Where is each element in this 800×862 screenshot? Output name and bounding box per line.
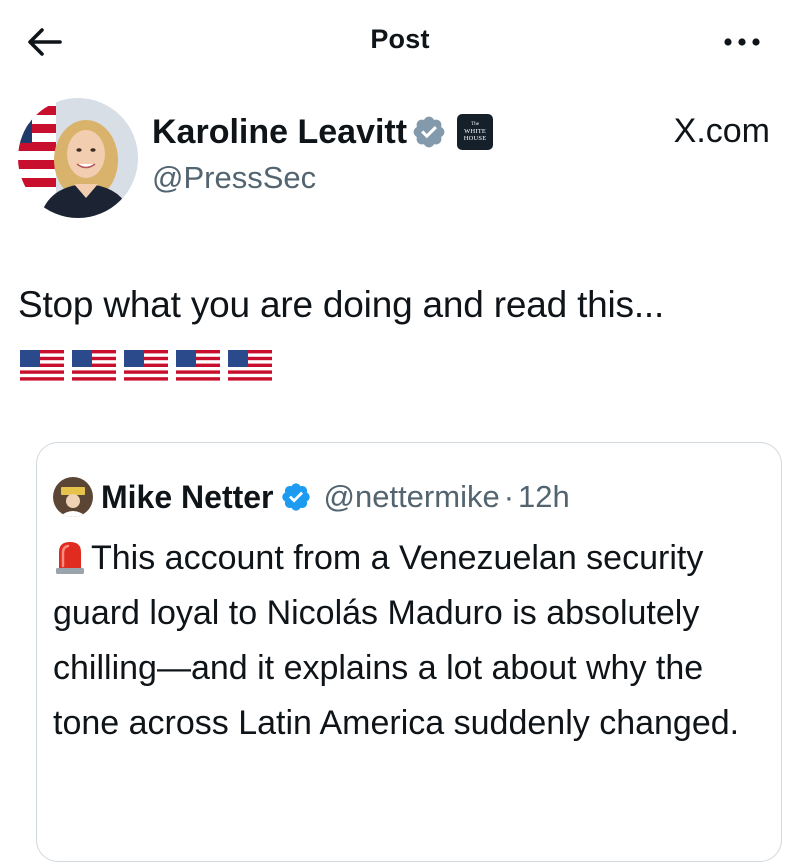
grey-verified-badge-icon — [411, 114, 447, 150]
quoted-post-text: This account from a Venezuelan security … — [53, 539, 740, 742]
author-name[interactable]: Karoline Leavitt — [152, 113, 407, 152]
page-title: Post — [370, 24, 430, 54]
separator-dot: · — [503, 479, 515, 514]
more-horizontal-icon — [724, 38, 760, 46]
affiliation-line-3: HOUSE — [463, 135, 487, 142]
quoted-post-header: Mike Netter @nettermike · 12h — [53, 473, 570, 521]
police-siren-icon — [53, 536, 87, 574]
more-options-button[interactable] — [720, 26, 764, 58]
us-flag-icon — [72, 350, 116, 382]
quoted-post-card[interactable]: Mike Netter @nettermike · 12h This accou… — [36, 442, 782, 862]
us-flag-icon — [228, 350, 272, 382]
author-handle[interactable]: @PressSec — [152, 160, 316, 196]
post-text: Stop what you are doing and read this... — [18, 284, 665, 325]
author-avatar[interactable] — [18, 98, 138, 218]
quoted-author-name[interactable]: Mike Netter — [101, 479, 274, 516]
affiliation-line-2: WHITE — [464, 128, 487, 135]
us-flag-icon — [20, 350, 64, 382]
source-label: X.com — [673, 112, 770, 150]
blue-verified-badge-icon — [280, 481, 312, 513]
author-name-row: Karoline Leavitt The WHITE HOUSE — [152, 108, 494, 156]
us-flag-icon — [124, 350, 168, 382]
us-flag-icon — [176, 350, 220, 382]
white-house-affiliation-badge[interactable]: The WHITE HOUSE — [457, 114, 494, 150]
top-bar: Post — [0, 0, 800, 84]
quoted-post-body: This account from a Venezuelan security … — [53, 531, 773, 751]
quoted-author-handle[interactable]: @nettermike — [324, 479, 500, 515]
flag-emoji-row — [20, 350, 272, 382]
quoted-post-time[interactable]: 12h — [518, 479, 570, 515]
quoted-author-avatar[interactable] — [53, 477, 93, 517]
